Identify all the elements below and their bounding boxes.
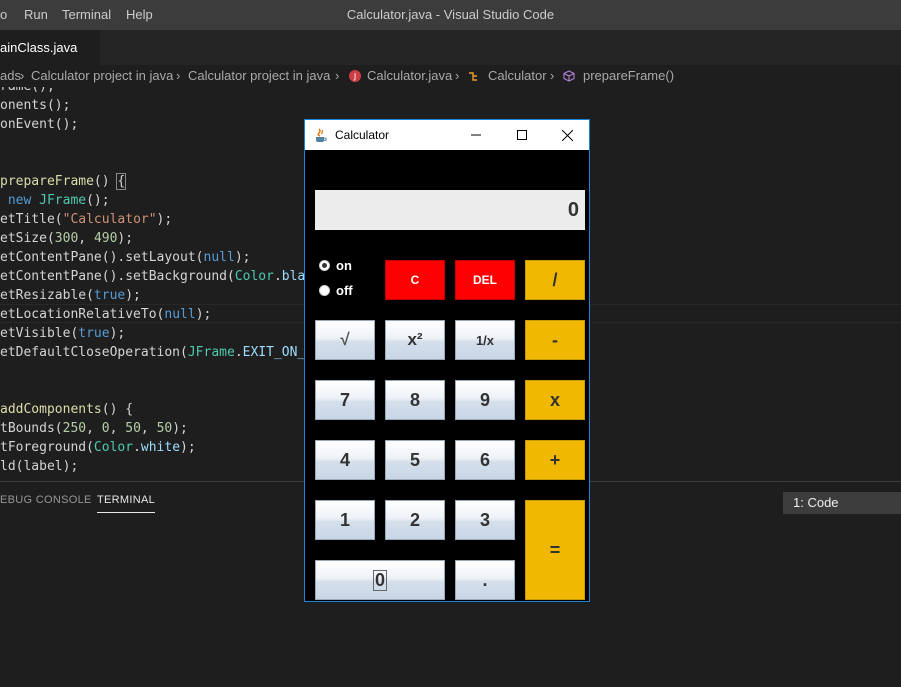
calculator-window: Calculator 0 on off C DEL / √ x² 1/x - 7… bbox=[304, 119, 590, 602]
calculator-titlebar[interactable]: Calculator bbox=[305, 120, 589, 150]
java-cup-icon bbox=[316, 128, 327, 142]
code-line: new JFrame(); bbox=[7, 193, 110, 208]
breadcrumb-item-project-sub[interactable]: Calculator project in java bbox=[188, 65, 330, 87]
digit-0-label: 0 bbox=[372, 569, 387, 591]
terminal-select-value: 1: Code bbox=[793, 495, 839, 510]
radio-off-indicator[interactable] bbox=[319, 284, 330, 296]
maximize-icon bbox=[517, 130, 527, 140]
close-icon bbox=[561, 129, 573, 141]
plus-button[interactable]: + bbox=[525, 440, 585, 480]
digit-0-button[interactable]: 0 bbox=[315, 560, 445, 600]
radio-off-label: off bbox=[336, 282, 353, 298]
chevron-right-icon: › bbox=[550, 68, 555, 83]
code-line: etContentPane().setBackground(Color.blac… bbox=[0, 269, 321, 284]
digit-9-button[interactable]: 9 bbox=[455, 380, 515, 420]
method-symbol-icon bbox=[563, 70, 575, 82]
radio-on[interactable]: on bbox=[319, 256, 352, 274]
minimize-icon bbox=[471, 134, 481, 136]
breadcrumb-item-class[interactable]: Calculator bbox=[488, 65, 547, 87]
editor-tab-bar: ainClass.java bbox=[0, 30, 901, 65]
radio-on-indicator[interactable] bbox=[319, 259, 330, 271]
code-line: ld(label); bbox=[0, 459, 79, 474]
equals-button[interactable]: = bbox=[525, 500, 585, 600]
square-button[interactable]: x² bbox=[385, 320, 445, 360]
sqrt-button[interactable]: √ bbox=[315, 320, 375, 360]
digit-2-button[interactable]: 2 bbox=[385, 500, 445, 540]
code-line: etDefaultCloseOperation(JFrame.EXIT_ON_C bbox=[0, 345, 314, 360]
code-line: addComponents() { bbox=[0, 402, 134, 417]
multiply-button[interactable]: x bbox=[525, 380, 585, 420]
svg-text:J: J bbox=[353, 72, 356, 81]
code-line: onents(); bbox=[0, 98, 71, 113]
tab-debug-console[interactable]: EBUG CONSOLE bbox=[0, 494, 92, 506]
tab-terminal[interactable]: TERMINAL bbox=[97, 494, 156, 513]
radio-off[interactable]: off bbox=[319, 281, 353, 299]
breadcrumb-item-downloads[interactable]: ads bbox=[0, 65, 21, 87]
breadcrumb: ads › Calculator project in java › Calcu… bbox=[0, 65, 901, 87]
java-file-icon: J bbox=[349, 70, 361, 82]
delete-button[interactable]: DEL bbox=[455, 260, 515, 300]
chevron-right-icon: › bbox=[20, 68, 25, 83]
close-button[interactable] bbox=[544, 120, 590, 150]
digit-3-button[interactable]: 3 bbox=[455, 500, 515, 540]
chevron-right-icon: › bbox=[176, 68, 181, 83]
code-line: etResizable(true); bbox=[0, 288, 141, 303]
divide-button[interactable]: / bbox=[525, 260, 585, 300]
code-line: rame(); bbox=[0, 87, 55, 96]
calculator-title: Calculator bbox=[335, 128, 390, 142]
digit-7-button[interactable]: 7 bbox=[315, 380, 375, 420]
minus-button[interactable]: - bbox=[525, 320, 585, 360]
decimal-point-button[interactable]: . bbox=[455, 560, 515, 600]
code-line: etContentPane().setLayout(null); bbox=[0, 250, 251, 265]
radio-on-label: on bbox=[336, 257, 352, 273]
breadcrumb-item-project[interactable]: Calculator project in java bbox=[31, 65, 173, 87]
code-line: prepareFrame() { bbox=[0, 173, 127, 190]
breadcrumb-item-method[interactable]: prepareFrame() bbox=[583, 65, 674, 87]
editor-tab-mainclass[interactable]: ainClass.java bbox=[0, 30, 100, 65]
maximize-button[interactable] bbox=[499, 120, 545, 150]
breadcrumb-item-file[interactable]: Calculator.java bbox=[367, 65, 452, 87]
reciprocal-button[interactable]: 1/x bbox=[455, 320, 515, 360]
code-line: etVisible(true); bbox=[0, 326, 126, 341]
chevron-right-icon: › bbox=[455, 68, 460, 83]
code-line: tForeground(Color.white); bbox=[0, 440, 196, 455]
editor-tab-label: ainClass.java bbox=[0, 40, 78, 55]
class-symbol-icon bbox=[469, 72, 477, 81]
digit-6-button[interactable]: 6 bbox=[455, 440, 515, 480]
vscode-titlebar: o Run Terminal Help Calculator.java - Vi… bbox=[0, 0, 901, 30]
code-line: etSize(300, 490); bbox=[0, 231, 134, 246]
code-line: tBounds(250, 0, 50, 50); bbox=[0, 421, 188, 436]
terminal-select[interactable]: 1: Code bbox=[783, 492, 901, 514]
digit-4-button[interactable]: 4 bbox=[315, 440, 375, 480]
clear-button[interactable]: C bbox=[385, 260, 445, 300]
window-title: Calculator.java - Visual Studio Code bbox=[346, 7, 555, 22]
minimize-button[interactable] bbox=[453, 120, 499, 150]
chevron-right-icon: › bbox=[335, 68, 340, 83]
digit-8-button[interactable]: 8 bbox=[385, 380, 445, 420]
digit-1-button[interactable]: 1 bbox=[315, 500, 375, 540]
calculator-display: 0 bbox=[315, 190, 585, 230]
code-line: onEvent(); bbox=[0, 117, 79, 132]
code-line: etTitle("Calculator"); bbox=[0, 212, 173, 227]
code-line: etLocationRelativeTo(null); bbox=[0, 307, 212, 322]
digit-5-button[interactable]: 5 bbox=[385, 440, 445, 480]
